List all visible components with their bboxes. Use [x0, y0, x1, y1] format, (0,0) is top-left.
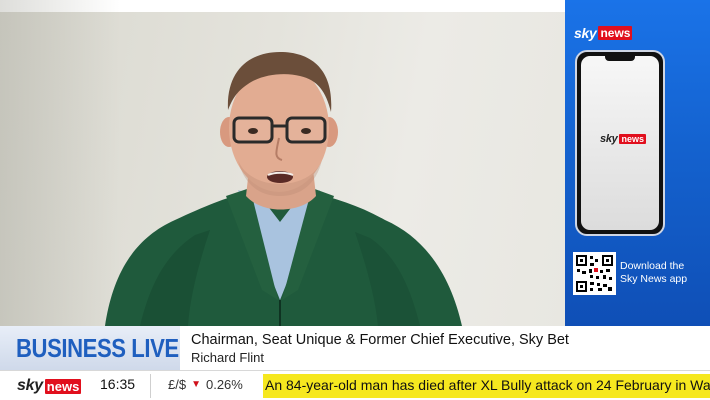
phone-notch	[605, 56, 635, 61]
ticker-sky-news-logo: sky news	[17, 377, 82, 395]
app-promo-panel: sky news sky news Download the Sky News …	[565, 0, 710, 326]
qr-code-graphic	[576, 255, 613, 292]
headline-ticker: An 84-year-old man has died after XL Bul…	[263, 374, 710, 398]
programme-banner: BUSINESS LIVE	[0, 326, 180, 370]
phone-logo-news-text: news	[619, 134, 646, 144]
guest-title: Chairman, Seat Unique & Former Chief Exe…	[191, 332, 569, 348]
download-line-1: Download the	[620, 260, 685, 272]
ticker-logo-sky-text: sky	[17, 377, 43, 394]
news-ticker-bar: sky news 16:35 £/$ ▼ 0.26% An 84-year-ol…	[0, 370, 710, 400]
programme-title: BUSINESS LIVE	[16, 332, 179, 363]
down-arrow-icon: ▼	[191, 379, 201, 390]
currency-rate: £/$ ▼ 0.26%	[168, 377, 243, 392]
fx-pair: £/$	[168, 377, 187, 392]
qr-code-icon[interactable]	[573, 252, 616, 295]
download-line-2: Sky News app	[620, 273, 688, 285]
logo-news-text: news	[598, 26, 633, 40]
ticker-headline: An 84-year-old man has died after XL Bul…	[265, 377, 710, 393]
sky-news-logo: sky news	[574, 25, 633, 41]
smartphone-icon: sky news	[575, 50, 665, 236]
video-frame	[0, 0, 565, 326]
interviewee-video	[105, 52, 462, 326]
phone-screen: sky news	[581, 56, 659, 230]
ticker-logo-news-text: news	[44, 378, 82, 394]
phone-logo-sky-text: sky	[600, 133, 618, 145]
phone-sky-news-logo: sky news	[600, 133, 646, 145]
fx-change: 0.26%	[205, 377, 243, 392]
ticker-divider	[150, 374, 151, 398]
download-app-text: Download the Sky News app	[620, 260, 708, 286]
lower-third: BUSINESS LIVE Chairman, Seat Unique & Fo…	[0, 326, 710, 370]
clock-time: 16:35	[100, 376, 136, 392]
logo-sky-text: sky	[574, 25, 597, 41]
guest-name: Richard Flint	[191, 350, 264, 365]
